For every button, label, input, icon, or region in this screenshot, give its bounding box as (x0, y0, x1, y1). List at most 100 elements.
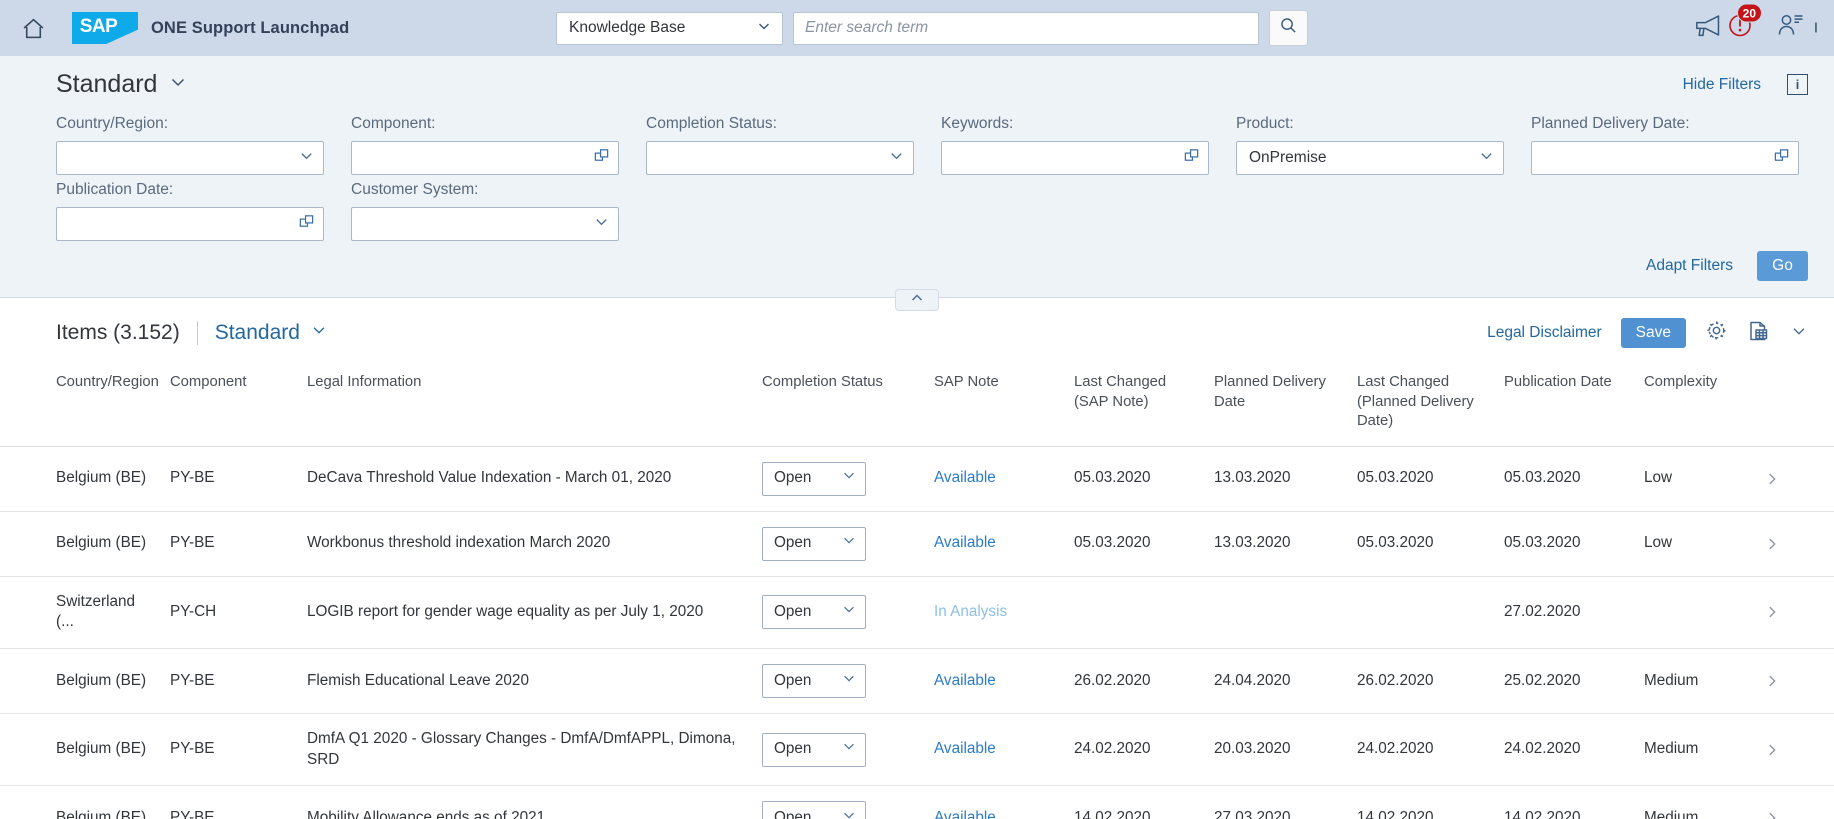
shell-header: SAP ONE Support Launchpad Knowledge Base (0, 0, 1834, 56)
cell-last-changed-sap-note: 26.02.2020 (1064, 648, 1204, 713)
search-button[interactable] (1269, 10, 1308, 46)
chevron-right-icon[interactable] (1764, 810, 1824, 819)
cell-complexity: Medium (1634, 713, 1754, 785)
completion-status-dropdown[interactable]: Open (762, 527, 866, 561)
cell-last-changed-sap-note: 05.03.2020 (1064, 511, 1204, 576)
table-row[interactable]: Belgium (BE)PY-BEDmfA Q1 2020 - Glossary… (0, 713, 1834, 785)
user-settings-icon (1777, 13, 1805, 44)
go-button[interactable]: Go (1757, 251, 1808, 281)
row-navigation-cell[interactable] (1754, 511, 1834, 576)
value-help-icon[interactable] (298, 213, 315, 235)
gear-icon (1705, 319, 1728, 347)
table-row[interactable]: Belgium (BE)PY-BEDeCava Threshold Value … (0, 446, 1834, 511)
items-table: Country/Region Component Legal Informati… (0, 364, 1834, 819)
filter-field-completion-status: Completion Status: (646, 115, 923, 175)
user-menu-button[interactable]: I (1777, 13, 1818, 44)
cell-publication-date: 05.03.2020 (1494, 446, 1634, 511)
cell-legal-information: Workbonus threshold indexation March 202… (297, 511, 752, 576)
table-row[interactable]: Belgium (BE)PY-BEFlemish Educational Lea… (0, 648, 1834, 713)
value-help-icon[interactable] (593, 147, 610, 169)
sap-note-link[interactable]: Available (934, 534, 996, 551)
publication-date-input[interactable] (56, 207, 324, 241)
sap-note-link[interactable]: Available (934, 469, 996, 486)
search-icon (1279, 16, 1298, 40)
column-header-component[interactable]: Component (160, 364, 297, 446)
chevron-right-icon[interactable] (1764, 471, 1824, 487)
customer-system-select[interactable] (351, 207, 619, 241)
cell-last-changed-sap-note: 24.02.2020 (1064, 713, 1204, 785)
sap-note-link[interactable]: In Analysis (934, 603, 1007, 620)
chevron-right-icon[interactable] (1764, 604, 1824, 620)
cell-country-region: Switzerland (... (0, 576, 160, 648)
column-header-sap-note[interactable]: SAP Note (924, 364, 1064, 446)
column-header-last-changed-sap-note[interactable]: Last Changed (SAP Note) (1064, 364, 1204, 446)
home-icon[interactable] (14, 9, 52, 47)
table-row[interactable]: Switzerland (...PY-CHLOGIB report for ge… (0, 576, 1834, 648)
table-row[interactable]: Belgium (BE)PY-BEWorkbonus threshold ind… (0, 511, 1834, 576)
filter-bar: Standard Hide Filters i Country/Region: … (0, 56, 1834, 298)
column-header-navigation (1754, 364, 1834, 446)
cell-completion-status: Open (752, 446, 924, 511)
completion-status-select[interactable] (646, 141, 914, 175)
sap-note-link[interactable]: Available (934, 672, 996, 689)
table-variant-selector[interactable]: Standard (215, 321, 328, 345)
keywords-input[interactable] (941, 141, 1209, 175)
search-input[interactable] (805, 19, 1247, 37)
sap-note-link[interactable]: Available (934, 809, 996, 819)
knowledge-base-select[interactable]: Knowledge Base (556, 12, 783, 45)
settings-button[interactable] (1705, 319, 1728, 347)
cell-planned-delivery-date (1204, 576, 1347, 648)
collapse-filter-bar-button[interactable] (895, 289, 939, 311)
column-header-complexity[interactable]: Complexity (1634, 364, 1754, 446)
value-help-icon[interactable] (1183, 147, 1200, 169)
product-select[interactable]: OnPremise (1236, 141, 1504, 175)
column-header-last-changed-planned-delivery-date[interactable]: Last Changed (Planned Delivery Date) (1347, 364, 1494, 446)
completion-status-dropdown[interactable]: Open (762, 664, 866, 698)
search-input-wrapper[interactable] (793, 12, 1259, 45)
filter-variant-selector[interactable]: Standard (56, 70, 188, 99)
cell-legal-information: Flemish Educational Leave 2020 (297, 648, 752, 713)
cell-country-region: Belgium (BE) (0, 648, 160, 713)
chevron-right-icon[interactable] (1764, 742, 1824, 758)
export-menu-button[interactable] (1790, 322, 1808, 345)
notifications-button[interactable]: 20 (1694, 13, 1753, 44)
value-help-icon[interactable] (1773, 147, 1790, 169)
chevron-down-icon (1790, 322, 1808, 345)
row-navigation-cell[interactable] (1754, 446, 1834, 511)
hide-filters-button[interactable]: Hide Filters (1683, 76, 1761, 94)
completion-status-dropdown[interactable]: Open (762, 801, 866, 819)
completion-status-dropdown[interactable]: Open (762, 462, 866, 496)
cell-sap-note: In Analysis (924, 576, 1064, 648)
info-icon[interactable]: i (1787, 74, 1808, 95)
save-button[interactable]: Save (1621, 318, 1686, 348)
row-navigation-cell[interactable] (1754, 648, 1834, 713)
export-button[interactable] (1747, 319, 1771, 348)
row-navigation-cell[interactable] (1754, 713, 1834, 785)
country-region-select[interactable] (56, 141, 324, 175)
filter-label-keywords: Keywords: (941, 115, 1218, 133)
cell-country-region: Belgium (BE) (0, 713, 160, 785)
chevron-down-icon (1478, 147, 1495, 169)
cell-publication-date: 27.02.2020 (1494, 576, 1634, 648)
planned-delivery-date-input[interactable] (1531, 141, 1799, 175)
completion-status-dropdown[interactable]: Open (762, 595, 866, 629)
column-header-publication-date[interactable]: Publication Date (1494, 364, 1634, 446)
column-header-planned-delivery-date[interactable]: Planned Delivery Date (1204, 364, 1347, 446)
legal-disclaimer-button[interactable]: Legal Disclaimer (1487, 324, 1602, 342)
filter-field-planned-delivery-date: Planned Delivery Date: (1531, 115, 1808, 175)
chevron-right-icon[interactable] (1764, 536, 1824, 552)
adapt-filters-button[interactable]: Adapt Filters (1646, 257, 1733, 275)
row-navigation-cell[interactable] (1754, 576, 1834, 648)
filter-label-completion-status: Completion Status: (646, 115, 923, 133)
completion-status-dropdown[interactable]: Open (762, 733, 866, 767)
row-navigation-cell[interactable] (1754, 786, 1834, 819)
column-header-legal-information[interactable]: Legal Information (297, 364, 752, 446)
cell-complexity (1634, 576, 1754, 648)
sap-note-link[interactable]: Available (934, 740, 996, 757)
column-header-country-region[interactable]: Country/Region (0, 364, 160, 446)
component-input[interactable] (351, 141, 619, 175)
filter-field-country-region: Country/Region: (56, 115, 333, 175)
chevron-right-icon[interactable] (1764, 673, 1824, 689)
table-row[interactable]: Belgium (BE)PY-BEMobility Allowance ends… (0, 786, 1834, 819)
column-header-completion-status[interactable]: Completion Status (752, 364, 924, 446)
